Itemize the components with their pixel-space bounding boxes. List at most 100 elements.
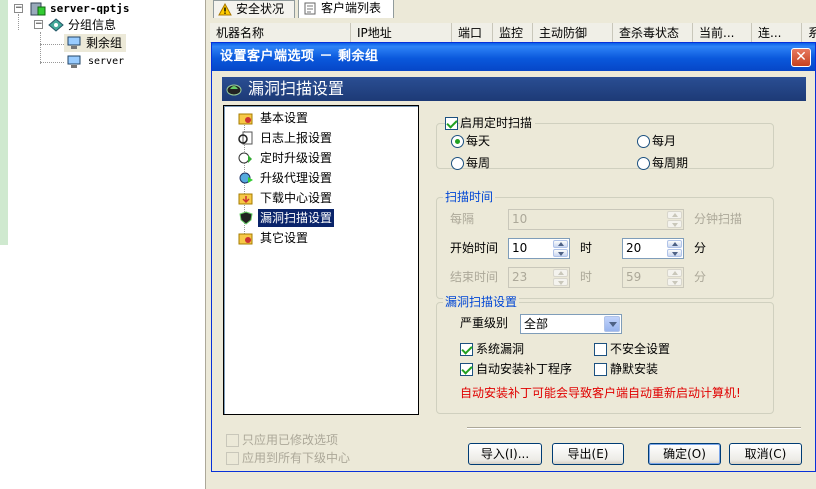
column-active-defense[interactable]: 主动防御 [533,23,613,43]
nav-label: 日志上报设置 [260,131,333,145]
column-scan-status[interactable]: 查杀毒状态 [613,23,693,43]
spin-down-icon[interactable] [553,278,568,286]
severity-select[interactable]: 全部 [520,314,622,334]
dialog-title: 设置客户端选项 － 剩余组 [220,49,379,64]
column-machine-name[interactable]: 机器名称 [210,23,351,43]
client-options-dialog: 设置客户端选项 － 剩余组 ✕ 漏洞扫描设置 基本设置 日志上报设置 定时升级设… [211,42,816,472]
spin-up-icon[interactable] [553,240,568,248]
apply-children-checkbox[interactable] [226,452,239,465]
unsafe-settings-checkbox[interactable] [594,343,607,356]
nav-item-scheduled-upgrade[interactable]: 定时升级设置 [238,149,334,167]
start-time-label: 开始时间 [450,241,499,255]
spin-up-icon[interactable] [667,240,682,248]
tab-bar: 安全状况 客户端列表 [210,0,816,18]
radio-monthly[interactable] [637,135,650,148]
column-system[interactable]: 系 [802,23,816,43]
column-monitor[interactable]: 监控 [493,23,533,43]
end-hour-unit: 时 [580,270,593,284]
start-hour-unit: 时 [580,241,593,255]
nav-item-vuln-scan[interactable]: 漏洞扫描设置 [239,209,335,227]
enable-schedule-checkbox[interactable] [445,117,458,130]
network-proxy-icon [239,172,253,184]
spin-down-icon[interactable] [667,249,682,257]
nav-item-basic[interactable]: 基本设置 [238,109,310,127]
nav-label: 下载中心设置 [260,191,333,205]
footer-separator [467,427,801,429]
log-icon [238,131,253,145]
nav-label: 其它设置 [260,231,309,245]
end-hour-spinner[interactable]: 23 [508,267,570,288]
tree-line [40,44,64,45]
radio-per-week-label: 每周期 [652,156,689,170]
nav-item-upgrade-proxy[interactable]: 升级代理设置 [239,169,334,187]
end-minute-unit: 分 [694,270,707,284]
interval-value: 10 [512,212,528,226]
apply-modified-label: 只应用已修改选项 [242,433,339,447]
spin-down-icon[interactable] [667,220,682,228]
spin-up-icon[interactable] [553,269,568,277]
column-port[interactable]: 端口 [452,23,493,43]
radio-weekly[interactable] [451,157,464,170]
warning-icon [218,3,232,16]
start-hour-spinner[interactable]: 10 [508,238,570,259]
end-minute-spinner[interactable]: 59 [622,267,684,288]
end-time-label: 结束时间 [450,270,499,284]
document-icon [304,2,316,15]
tree-item-remaining-group[interactable]: 剩余组 [64,34,127,52]
tree-line [40,62,64,63]
interval-unit: 分钟扫描 [694,212,743,226]
server-tree: − server-qptjs − 分组信息 剩余组 server [0,0,205,489]
folder-download-icon [238,193,253,205]
spin-down-icon[interactable] [667,278,682,286]
spin-up-icon[interactable] [667,269,682,277]
unsafe-settings-label: 不安全设置 [610,342,671,356]
start-minute-spinner[interactable]: 20 [622,238,684,259]
ok-button[interactable]: 确定(O) [648,443,721,465]
tab-security-status[interactable]: 安全状况 [213,0,295,18]
chevron-down-icon[interactable] [604,316,620,332]
collapse-icon[interactable]: − [14,4,23,13]
tree-line [18,14,19,30]
system-vuln-checkbox[interactable] [460,343,473,356]
clock-upgrade-icon [238,152,252,164]
apply-modified-checkbox[interactable] [226,434,239,447]
column-ip-address[interactable]: IP地址 [351,23,452,43]
nav-label: 漏洞扫描设置 [260,211,333,225]
spin-down-icon[interactable] [553,249,568,257]
spin-up-icon[interactable] [667,211,682,219]
close-button[interactable]: ✕ [791,48,811,67]
radio-daily[interactable] [451,135,464,148]
tree-label-server-child: server [88,56,125,67]
server-icon [30,2,46,16]
section-header: 漏洞扫描设置 [222,77,806,101]
apply-children-label: 应用到所有下级中心 [242,451,351,465]
nav-label: 基本设置 [260,111,309,125]
enable-schedule-label: 启用定时扫描 [460,115,536,131]
collapse-icon[interactable]: − [34,20,43,29]
import-button[interactable]: 导入(I)... [468,443,542,465]
tree-label-remaining-group: 剩余组 [86,36,123,50]
cancel-button[interactable]: 取消(C) [729,443,802,465]
tree-line [40,32,41,64]
silent-install-checkbox[interactable] [594,363,607,376]
interval-spinner[interactable]: 10 [508,209,684,230]
radio-per-week[interactable] [637,157,650,170]
start-minute-unit: 分 [694,241,707,255]
auto-install-checkbox[interactable] [460,363,473,376]
section-title: 漏洞扫描设置 [248,79,345,98]
export-button[interactable]: 导出(E) [552,443,624,465]
column-connection[interactable]: 连... [752,23,802,43]
interval-label: 每隔 [450,212,475,226]
column-current[interactable]: 当前... [693,23,752,43]
nav-label: 升级代理设置 [260,171,333,185]
nav-item-log-report[interactable]: 日志上报设置 [238,129,334,147]
folder-gear-icon [238,113,253,125]
system-vuln-label: 系统漏洞 [476,342,525,356]
severity-value: 全部 [524,317,549,331]
silent-install-label: 静默安装 [610,362,659,376]
dialog-titlebar[interactable]: 设置客户端选项 － 剩余组 ✕ [212,43,815,71]
nav-item-other[interactable]: 其它设置 [238,229,310,247]
nav-item-download-center[interactable]: 下载中心设置 [238,189,334,207]
end-minute-value: 59 [626,270,642,284]
tab-client-list[interactable]: 客户端列表 [298,0,394,18]
